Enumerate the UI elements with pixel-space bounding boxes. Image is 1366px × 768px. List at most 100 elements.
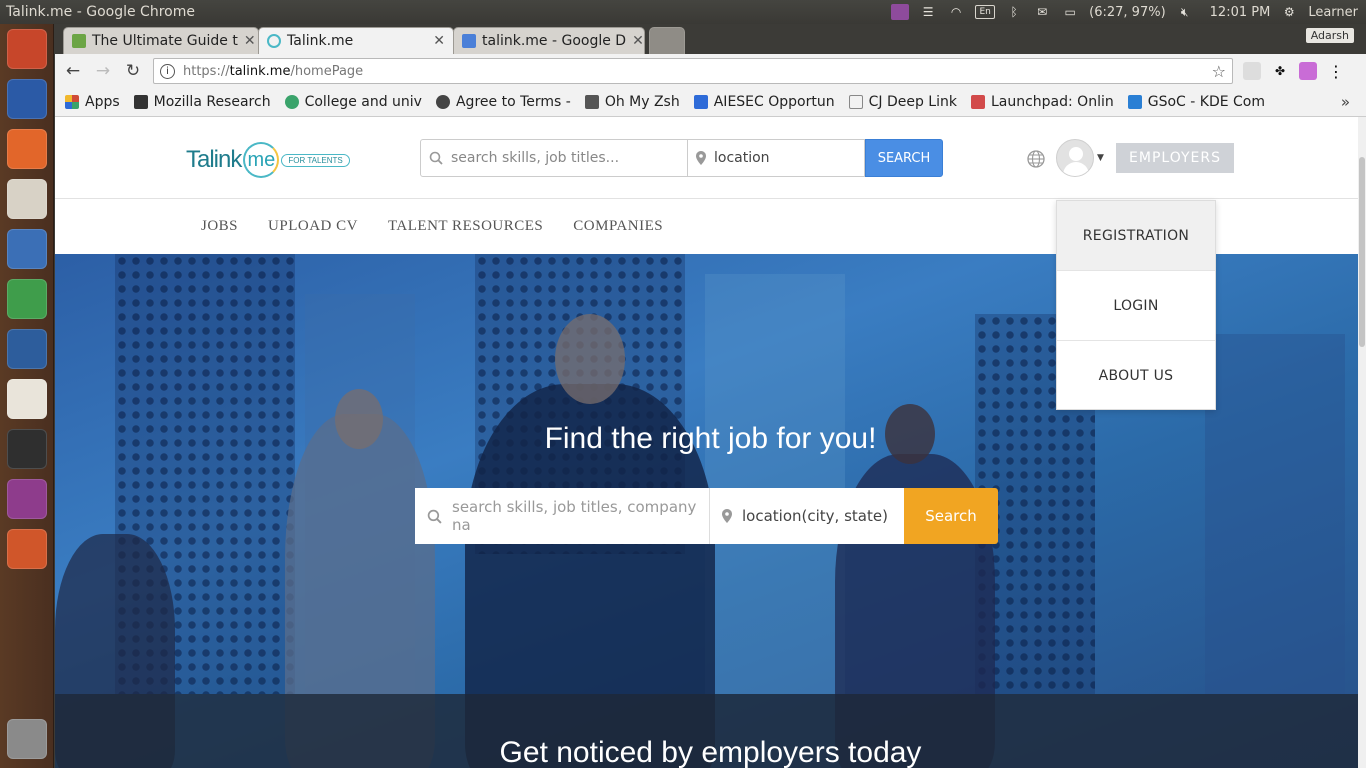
header-keyword-field[interactable]: search skills, job titles... xyxy=(420,139,688,177)
clock[interactable]: 12:01 PM xyxy=(1210,5,1271,20)
web-page: Talink me FOR TALENTS search skills, job… xyxy=(55,117,1366,768)
close-icon[interactable]: ✕ xyxy=(244,33,256,49)
tab-label: The Ultimate Guide t xyxy=(92,33,238,49)
bookmark-label: Oh My Zsh xyxy=(604,94,680,110)
address-bar[interactable]: i https://talink.me/homePage ☆ xyxy=(153,58,1233,84)
mail-icon[interactable]: ✉ xyxy=(1033,4,1051,20)
back-icon[interactable]: ← xyxy=(63,61,83,81)
caret-down-icon[interactable]: ▼ xyxy=(1097,153,1104,163)
hero-keyword-field[interactable]: search skills, job titles, company na xyxy=(415,488,710,544)
close-icon[interactable]: ✕ xyxy=(433,33,445,49)
header-location-field[interactable]: location xyxy=(688,139,865,177)
cast-extension-icon[interactable] xyxy=(1243,62,1261,80)
xampp-icon[interactable] xyxy=(7,529,47,569)
nav-jobs[interactable]: JOBS xyxy=(201,218,238,235)
chrome-icon[interactable] xyxy=(7,279,47,319)
noticed-title: Get noticed by employers today xyxy=(499,736,922,768)
tab-google-doc[interactable]: talink.me - Google D ✕ xyxy=(453,27,645,54)
profile-chip[interactable]: Adarsh xyxy=(1305,28,1354,43)
employers-button[interactable]: EMPLOYERS xyxy=(1116,143,1234,173)
search-icon xyxy=(427,509,442,524)
tab-ultimate-guide[interactable]: The Ultimate Guide t ✕ xyxy=(63,27,259,54)
bookmark-label: Apps xyxy=(85,94,120,110)
reload-icon[interactable]: ↻ xyxy=(123,61,143,81)
bookmarks-bar: Apps Mozilla Research College and univ A… xyxy=(55,88,1366,117)
window-title: Talink.me - Google Chrome xyxy=(6,4,195,20)
info-icon[interactable]: i xyxy=(160,63,175,79)
thunderbird-icon[interactable] xyxy=(7,329,47,369)
bookmark-apps[interactable]: Apps xyxy=(65,94,120,110)
scrollbar-thumb[interactable] xyxy=(1359,157,1365,347)
hero-location-field[interactable]: location(city, state) xyxy=(710,488,904,544)
header-search: search skills, job titles... location SE… xyxy=(420,139,943,177)
impress-icon[interactable] xyxy=(7,179,47,219)
forward-icon[interactable]: → xyxy=(93,61,113,81)
gear-icon[interactable]: ⚙ xyxy=(1280,4,1298,20)
launchpad-icon xyxy=(970,95,985,109)
url-scheme: https:// xyxy=(183,63,230,79)
firefox-icon[interactable] xyxy=(7,79,47,119)
writer-icon[interactable] xyxy=(7,229,47,269)
bookmark-mozilla-research[interactable]: Mozilla Research xyxy=(133,94,271,110)
browser-toolbar: ← → ↻ i https://talink.me/homePage ☆ ✤ ⋮ xyxy=(55,54,1366,88)
docs-favicon-icon xyxy=(462,34,476,48)
page-scrollbar[interactable] xyxy=(1358,117,1366,768)
bookmark-agree-terms[interactable]: Agree to Terms - xyxy=(435,94,571,110)
site-header: Talink me FOR TALENTS search skills, job… xyxy=(55,117,1366,199)
workspaces-icon[interactable] xyxy=(7,479,47,519)
volume-mute-icon[interactable]: 🔇︎ xyxy=(1176,4,1194,20)
logo-circle: me xyxy=(243,142,280,178)
menu-item-registration[interactable]: REGISTRATION xyxy=(1057,201,1215,271)
battery-status[interactable]: (6:27, 97%) xyxy=(1089,5,1166,20)
hero-search-button[interactable]: Search xyxy=(904,488,998,544)
amazon-icon[interactable] xyxy=(7,379,47,419)
trash-icon[interactable] xyxy=(7,719,47,759)
globe-icon xyxy=(284,95,299,109)
clipboard-icon[interactable]: ☰ xyxy=(919,4,937,20)
keyboard-layout-indicator[interactable]: En xyxy=(975,5,996,19)
close-icon[interactable]: ✕ xyxy=(632,33,644,49)
hero-title: Find the right job for you! xyxy=(544,422,877,455)
bookmark-star-icon[interactable]: ☆ xyxy=(1212,62,1226,81)
header-location-value: location xyxy=(714,150,770,166)
github-extension-icon[interactable]: ✤ xyxy=(1271,62,1289,80)
nav-companies[interactable]: COMPANIES xyxy=(573,218,663,235)
tab-talink[interactable]: Talink.me ✕ xyxy=(258,27,454,54)
bookmark-label: CJ Deep Link xyxy=(868,94,957,110)
terminal-icon[interactable] xyxy=(7,429,47,469)
nav-talent-resources[interactable]: TALENT RESOURCES xyxy=(388,218,543,235)
user-menu-dropdown: REGISTRATION LOGIN ABOUT US xyxy=(1056,200,1216,410)
bookmark-label: College and univ xyxy=(304,94,422,110)
language-globe-icon[interactable] xyxy=(1026,149,1046,169)
shopify-favicon-icon xyxy=(72,34,86,48)
bookmark-launchpad[interactable]: Launchpad: Onlin xyxy=(970,94,1114,110)
bookmark-label: Agree to Terms - xyxy=(455,94,571,110)
header-search-button[interactable]: SEARCH xyxy=(865,139,943,177)
bookmark-cj-deep-link[interactable]: CJ Deep Link xyxy=(848,94,957,110)
user-name[interactable]: Learner xyxy=(1308,5,1358,20)
menu-item-about-us[interactable]: ABOUT US xyxy=(1057,341,1215,411)
bookmark-aiesec[interactable]: AIESEC Opportun xyxy=(693,94,835,110)
hero-search: search skills, job titles, company na lo… xyxy=(415,488,998,544)
nav-upload-cv[interactable]: UPLOAD CV xyxy=(268,218,358,235)
extension-icon[interactable] xyxy=(1299,62,1317,80)
bookmarks-overflow-icon[interactable]: » xyxy=(1341,93,1350,111)
tab-strip: The Ultimate Guide t ✕ Talink.me ✕ talin… xyxy=(55,24,1366,54)
chrome-window: The Ultimate Guide t ✕ Talink.me ✕ talin… xyxy=(55,24,1366,768)
wifi-icon[interactable]: ◠ xyxy=(947,4,965,20)
chrome-menu-icon[interactable]: ⋮ xyxy=(1327,62,1345,81)
ubuntu-dash-icon[interactable] xyxy=(7,29,47,69)
bookmark-college[interactable]: College and univ xyxy=(284,94,422,110)
user-avatar[interactable] xyxy=(1056,139,1094,177)
screen-icon[interactable] xyxy=(891,4,910,20)
bookmark-oh-my-zsh[interactable]: Oh My Zsh xyxy=(584,94,680,110)
avatar-head xyxy=(1069,147,1083,161)
talink-logo[interactable]: Talink me FOR TALENTS xyxy=(186,142,350,178)
menu-item-login[interactable]: LOGIN xyxy=(1057,271,1215,341)
software-center-icon[interactable] xyxy=(7,129,47,169)
battery-icon[interactable]: ▭ xyxy=(1061,4,1079,20)
new-tab-button[interactable] xyxy=(649,27,685,54)
bookmark-gsoc-kde[interactable]: GSoC - KDE Com xyxy=(1127,94,1265,110)
bluetooth-icon[interactable]: ᛒ xyxy=(1005,4,1023,20)
location-pin-icon xyxy=(722,509,732,523)
